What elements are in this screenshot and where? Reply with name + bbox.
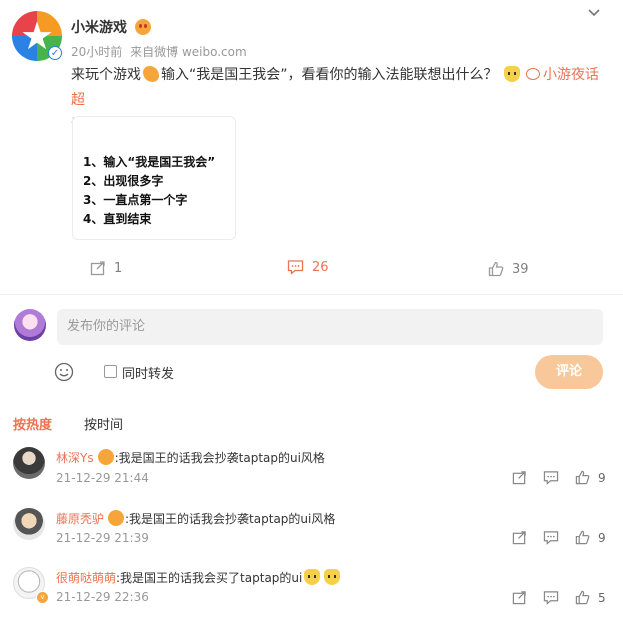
commenter-name[interactable]: 很萌哒萌萌 bbox=[56, 571, 116, 585]
like-icon[interactable] bbox=[575, 530, 590, 545]
like-button[interactable]: 39 bbox=[488, 261, 529, 277]
sort-by-hot-tab[interactable]: 按热度 bbox=[13, 414, 52, 433]
commenter-name[interactable]: 林深Ys bbox=[56, 451, 94, 465]
forward-checkbox[interactable] bbox=[104, 365, 117, 378]
like-icon bbox=[488, 261, 504, 277]
comment-text: :我是国王的话我会买了taptap的ui bbox=[116, 571, 303, 585]
comment-item: 很萌哒萌萌:我是国王的话我会买了taptap的ui bbox=[56, 567, 342, 586]
forward-icon[interactable] bbox=[512, 590, 527, 605]
comment-actions: 9 bbox=[512, 530, 606, 545]
comment-input[interactable]: 发布你的评论 bbox=[57, 309, 603, 345]
forward-icon bbox=[90, 261, 105, 276]
forward-button[interactable]: 1 bbox=[90, 260, 122, 276]
hand-emoji-icon bbox=[143, 66, 159, 82]
comment-icon bbox=[287, 260, 304, 275]
commenter-avatar[interactable] bbox=[13, 508, 45, 540]
comment-like-count: 9 bbox=[598, 530, 606, 545]
like-icon[interactable] bbox=[575, 470, 590, 485]
author-name[interactable]: 小米游戏 bbox=[71, 17, 151, 37]
forward-checkbox-label[interactable]: 同时转发 bbox=[122, 363, 174, 382]
submit-comment-button[interactable]: 评论 bbox=[535, 355, 603, 389]
like-icon[interactable] bbox=[575, 590, 590, 605]
emoji-icon[interactable] bbox=[54, 362, 74, 382]
post-time[interactable]: 20小时前 bbox=[71, 45, 122, 59]
divider bbox=[0, 294, 623, 295]
image-line: 4、直到结束 bbox=[83, 212, 152, 226]
topic-icon bbox=[525, 68, 540, 80]
image-line: 1、输入“我是国王我会” bbox=[83, 155, 216, 169]
comment-like-count: 5 bbox=[598, 590, 606, 605]
comment-item: 藤原秃驴 :我是国王的话我会抄袭taptap的ui风格 bbox=[56, 508, 335, 527]
comment-item: 林深Ys :我是国王的话我会抄袭taptap的ui风格 bbox=[56, 447, 325, 466]
comment-time: 21-12-29 21:39 bbox=[56, 531, 149, 545]
commenter-avatar[interactable] bbox=[13, 447, 45, 479]
post-image[interactable]: 1、输入“我是国王我会” 2、出现很多字 3、一直点第一个字 4、直到结束 bbox=[72, 116, 236, 240]
image-line: 3、一直点第一个字 bbox=[83, 193, 188, 207]
verified-icon: v bbox=[36, 591, 49, 604]
comment-icon[interactable] bbox=[543, 470, 559, 485]
cat-emoji-icon bbox=[304, 569, 321, 585]
forward-icon[interactable] bbox=[512, 470, 527, 485]
current-user-avatar[interactable] bbox=[14, 309, 46, 341]
verified-icon: ✓ bbox=[48, 46, 62, 60]
sort-by-time-tab[interactable]: 按时间 bbox=[84, 414, 123, 433]
comment-actions: 9 bbox=[512, 470, 606, 485]
comment-like-count: 9 bbox=[598, 470, 606, 485]
comment-actions: 5 bbox=[512, 590, 606, 605]
comment-icon[interactable] bbox=[543, 590, 559, 605]
forward-icon[interactable] bbox=[512, 530, 527, 545]
face-emoji-icon bbox=[108, 510, 125, 526]
face-emoji-icon bbox=[97, 449, 114, 465]
cat-emoji-icon bbox=[503, 66, 520, 82]
source-prefix: 来自 bbox=[130, 45, 155, 59]
cat-emoji-icon bbox=[324, 569, 341, 585]
post-meta: 20小时前 来自微博 weibo.com bbox=[71, 43, 251, 60]
comment-icon[interactable] bbox=[543, 530, 559, 545]
post-source: 微博 weibo.com bbox=[154, 45, 247, 59]
comment-text: :我是国王的话我会抄袭taptap的ui风格 bbox=[125, 512, 336, 526]
commenter-name[interactable]: 藤原秃驴 bbox=[56, 512, 104, 526]
comment-time: 21-12-29 22:36 bbox=[56, 590, 149, 604]
comment-text: :我是国王的话我会抄袭taptap的ui风格 bbox=[114, 451, 325, 465]
comment-time: 21-12-29 21:44 bbox=[56, 471, 149, 485]
fan-badge-icon bbox=[134, 19, 151, 35]
chevron-down-icon[interactable] bbox=[585, 6, 603, 24]
comment-button[interactable]: 26 bbox=[287, 259, 329, 275]
image-line: 2、出现很多字 bbox=[83, 174, 164, 188]
